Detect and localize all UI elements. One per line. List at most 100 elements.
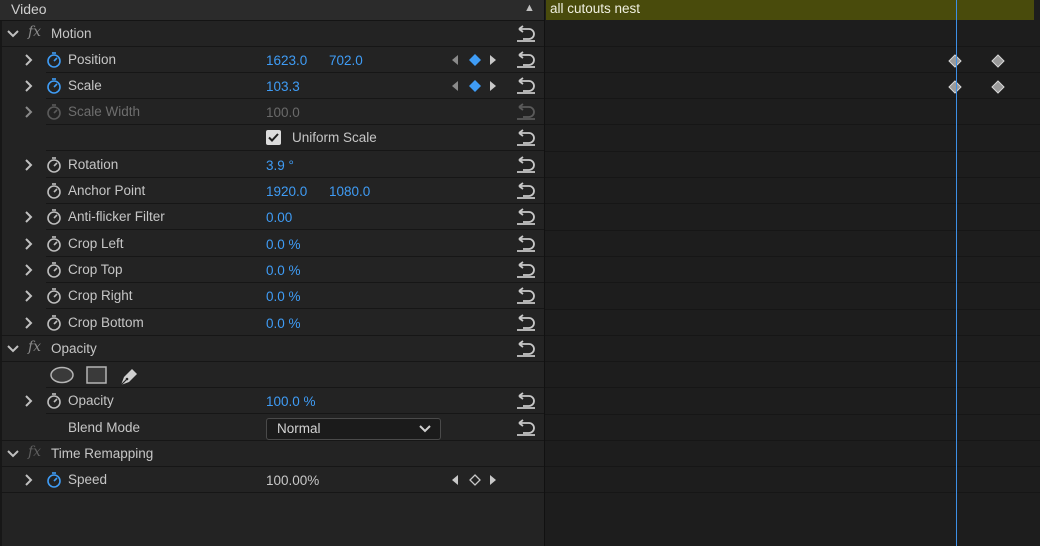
keyframe-marker[interactable] <box>991 80 1005 94</box>
keyframe-nav-icon[interactable] <box>448 52 504 68</box>
collapse-up-icon[interactable]: ▲ <box>524 2 535 14</box>
fx-icon[interactable]: fx <box>28 339 41 355</box>
chevron-right-icon[interactable] <box>21 208 37 226</box>
fx-icon[interactable]: fx <box>28 24 41 40</box>
reset-icon[interactable] <box>514 76 538 96</box>
property-crop-bottom-row[interactable]: Crop Bottom 0.0 % <box>0 310 544 336</box>
chevron-right-icon[interactable] <box>21 314 37 332</box>
property-blend-mode-row[interactable]: Blend Mode Normal <box>0 415 544 441</box>
timeline-row-divider <box>545 361 1040 362</box>
property-crop-right-row[interactable]: Crop Right 0.0 % <box>0 283 544 309</box>
reset-icon[interactable] <box>514 50 538 70</box>
timeline-area <box>545 0 1040 546</box>
uniform-scale-label: Uniform Scale <box>292 130 377 145</box>
stopwatch-icon[interactable] <box>45 51 63 69</box>
stopwatch-icon[interactable] <box>45 156 63 174</box>
scale-value[interactable]: 103.3 <box>266 79 300 94</box>
reset-icon[interactable] <box>514 181 538 201</box>
pen-mask-icon[interactable] <box>118 366 140 386</box>
keyframe-marker[interactable] <box>948 54 962 68</box>
property-speed-row[interactable]: Speed 100.00% <box>0 467 544 493</box>
stopwatch-icon[interactable] <box>45 392 63 410</box>
dropdown-chevron-icon <box>419 425 431 433</box>
reset-icon[interactable] <box>514 128 538 148</box>
chevron-right-icon[interactable] <box>21 77 37 95</box>
chevron-right-icon[interactable] <box>21 471 37 489</box>
anchor-y-value[interactable]: 1080.0 <box>329 184 370 199</box>
property-scale-row[interactable]: Scale 103.3 <box>0 73 544 99</box>
property-crop-left-row[interactable]: Crop Left 0.0 % <box>0 231 544 257</box>
rotation-value[interactable]: 3.9 ° <box>266 158 294 173</box>
anchor-x-value[interactable]: 1920.0 <box>266 184 307 199</box>
stopwatch-icon[interactable] <box>45 261 63 279</box>
reset-icon[interactable] <box>514 155 538 175</box>
stopwatch-icon[interactable] <box>45 77 63 95</box>
rectangle-mask-icon[interactable] <box>86 366 108 384</box>
chevron-right-icon[interactable] <box>21 392 37 410</box>
timeline-row-divider <box>545 309 1040 310</box>
property-rotation-row[interactable]: Rotation 3.9 ° <box>0 152 544 178</box>
reset-icon[interactable] <box>514 286 538 306</box>
effect-motion-row[interactable]: fx Motion <box>0 21 544 47</box>
property-anti-flicker-row[interactable]: Anti-flicker Filter 0.00 <box>0 204 544 230</box>
reset-icon[interactable] <box>514 24 538 44</box>
stopwatch-icon[interactable] <box>45 314 63 332</box>
clip-bar[interactable]: all cutouts nest <box>546 0 1034 20</box>
property-anchor-point-row[interactable]: Anchor Point 1920.0 1080.0 <box>0 178 544 204</box>
uniform-scale-checkbox[interactable] <box>266 130 281 145</box>
reset-icon[interactable] <box>514 339 538 359</box>
timeline-row-divider <box>545 492 1040 493</box>
ellipse-mask-icon[interactable] <box>50 366 74 384</box>
crop-top-value[interactable]: 0.0 % <box>266 263 301 278</box>
crop-left-value[interactable]: 0.0 % <box>266 237 301 252</box>
property-label: Anchor Point <box>68 183 146 198</box>
keyframe-marker[interactable] <box>991 54 1005 68</box>
keyframe-nav-icon[interactable] <box>448 78 504 94</box>
reset-icon[interactable] <box>514 260 538 280</box>
keyframe-marker[interactable] <box>948 80 962 94</box>
opacity-value[interactable]: 100.0 % <box>266 394 316 409</box>
position-y-value[interactable]: 702.0 <box>329 53 363 68</box>
timeline-row-divider <box>545 98 1040 99</box>
chevron-down-icon[interactable] <box>5 25 21 43</box>
chevron-right-icon[interactable] <box>21 287 37 305</box>
playhead[interactable] <box>956 0 957 546</box>
timeline-row-divider <box>545 151 1040 152</box>
position-x-value[interactable]: 1623.0 <box>266 53 307 68</box>
property-opacity-row[interactable]: Opacity 100.0 % <box>0 388 544 414</box>
speed-value[interactable]: 100.00% <box>266 473 319 488</box>
panel-divider[interactable] <box>544 0 545 546</box>
stopwatch-icon[interactable] <box>45 287 63 305</box>
reset-icon[interactable] <box>514 313 538 333</box>
checkmark-icon <box>268 133 279 142</box>
effect-name: Opacity <box>51 341 97 356</box>
reset-icon[interactable] <box>514 391 538 411</box>
effect-opacity-row[interactable]: fx Opacity <box>0 336 544 362</box>
chevron-right-icon[interactable] <box>21 235 37 253</box>
crop-bottom-value[interactable]: 0.0 % <box>266 316 301 331</box>
stopwatch-icon[interactable] <box>45 235 63 253</box>
chevron-right-icon[interactable] <box>21 156 37 174</box>
chevron-right-icon[interactable] <box>21 103 37 121</box>
fx-icon[interactable]: fx <box>28 444 41 460</box>
property-position-row[interactable]: Position 1623.0 702.0 <box>0 47 544 73</box>
anti-flicker-value[interactable]: 0.00 <box>266 210 292 225</box>
property-label: Scale <box>68 78 102 93</box>
property-uniform-scale-row[interactable]: Uniform Scale <box>0 125 544 151</box>
blend-mode-dropdown[interactable]: Normal <box>266 418 441 440</box>
property-crop-top-row[interactable]: Crop Top 0.0 % <box>0 257 544 283</box>
reset-icon[interactable] <box>514 207 538 227</box>
chevron-down-icon[interactable] <box>5 445 21 463</box>
reset-icon[interactable] <box>514 234 538 254</box>
reset-icon[interactable] <box>514 418 538 438</box>
chevron-down-icon[interactable] <box>5 340 21 358</box>
chevron-right-icon[interactable] <box>21 261 37 279</box>
crop-right-value[interactable]: 0.0 % <box>266 289 301 304</box>
stopwatch-icon[interactable] <box>45 208 63 226</box>
chevron-right-icon[interactable] <box>21 51 37 69</box>
stopwatch-icon[interactable] <box>45 182 63 200</box>
property-label: Anti-flicker Filter <box>68 209 165 224</box>
keyframe-nav-icon[interactable] <box>448 472 504 488</box>
effect-time-remapping-row[interactable]: fx Time Remapping <box>0 441 544 467</box>
stopwatch-icon[interactable] <box>45 471 63 489</box>
